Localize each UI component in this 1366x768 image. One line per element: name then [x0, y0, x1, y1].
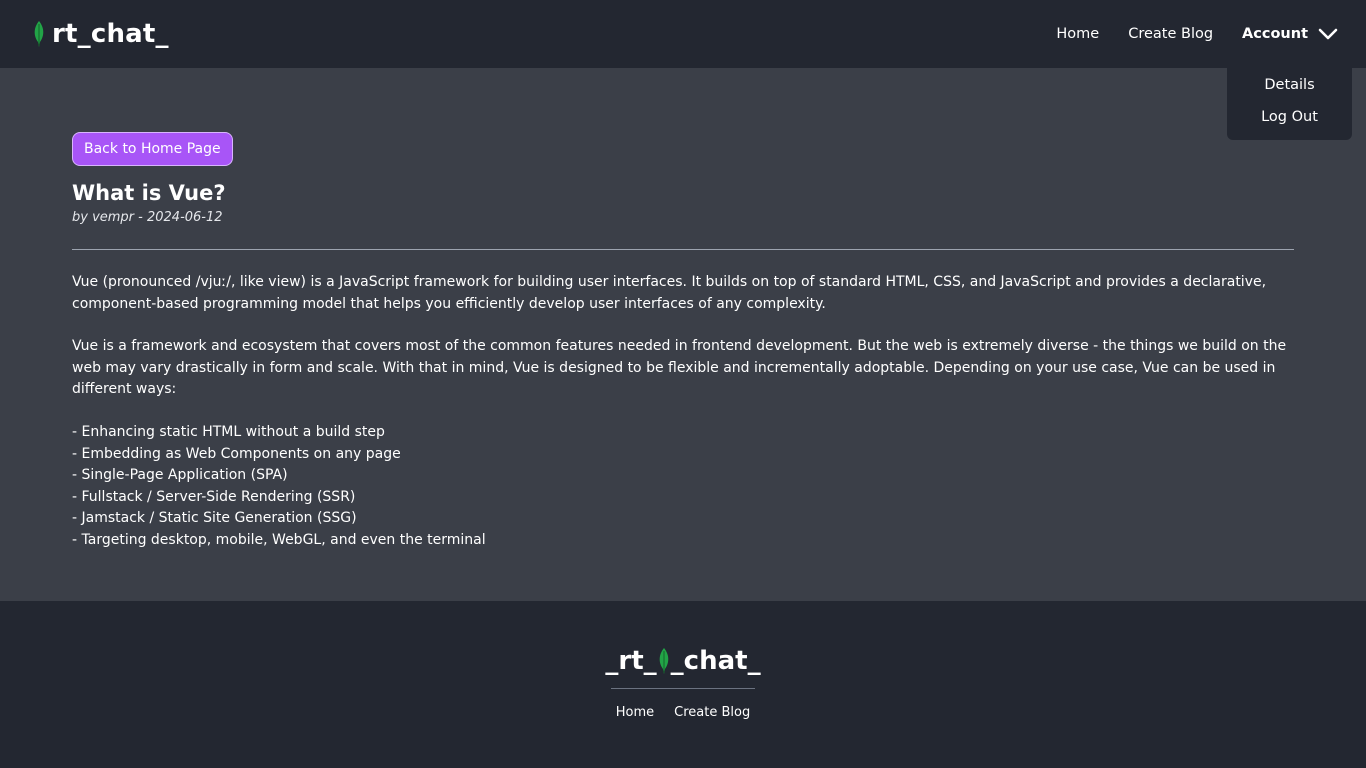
list-item: - Targeting desktop, mobile, WebGL, and …	[72, 531, 486, 548]
post-paragraph-2: Vue is a framework and ecosystem that co…	[72, 338, 1287, 398]
dropdown-details-link[interactable]: Details	[1264, 74, 1314, 106]
footer-brand-left: _rt_	[605, 646, 657, 676]
footer-home-link[interactable]: Home	[616, 705, 654, 720]
list-item: - Jamstack / Static Site Generation (SSG…	[72, 510, 357, 527]
blog-post: Back to Home Page What is Vue? by vempr …	[72, 132, 1294, 552]
leaf-icon	[34, 21, 44, 47]
footer-divider	[611, 688, 755, 689]
footer-nav: Home Create Blog	[616, 705, 750, 720]
post-divider	[72, 249, 1294, 250]
nav-create-blog-link[interactable]: Create Blog	[1128, 26, 1213, 42]
nav-home-link[interactable]: Home	[1056, 26, 1099, 42]
post-byline: by vempr - 2024-06-12	[72, 210, 223, 225]
list-item: - Enhancing static HTML without a build …	[72, 423, 385, 440]
brand-logo[interactable]: rt_chat_	[32, 19, 169, 49]
main-nav: Home Create Blog Account	[1056, 26, 1338, 42]
footer: _rt_ _chat_ Home Create Blog	[0, 601, 1366, 768]
account-dropdown: Details Log Out	[1227, 68, 1352, 140]
chevron-down-icon	[1318, 28, 1338, 40]
list-item: - Embedding as Web Components on any pag…	[72, 445, 401, 462]
post-title: What is Vue?	[72, 181, 226, 205]
back-to-home-button[interactable]: Back to Home Page	[72, 132, 233, 166]
account-label: Account	[1242, 26, 1308, 42]
footer-brand-right: _chat_	[670, 646, 761, 676]
leaf-icon	[659, 648, 668, 674]
brand-name: rt_chat_	[52, 19, 169, 49]
account-menu-toggle[interactable]: Account	[1242, 26, 1338, 42]
footer-brand-logo[interactable]: _rt_ _chat_	[605, 646, 760, 676]
list-item: - Fullstack / Server-Side Rendering (SSR…	[72, 488, 356, 505]
post-paragraph-1: Vue (pronounced /vjuː/, like view) is a …	[72, 274, 1267, 312]
list-item: - Single-Page Application (SPA)	[72, 467, 288, 484]
post-use-case-list: - Enhancing static HTML without a build …	[72, 422, 1294, 552]
navbar: rt_chat_ Home Create Blog Account	[0, 0, 1366, 68]
footer-create-blog-link[interactable]: Create Blog	[674, 705, 750, 720]
